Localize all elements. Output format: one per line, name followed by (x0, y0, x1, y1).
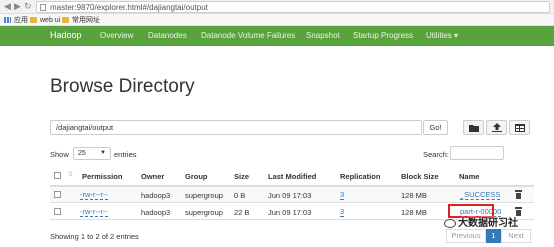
bookmark-common-sites[interactable]: 常用网址 (62, 15, 100, 25)
search-input[interactable] (450, 146, 504, 160)
wechat-logo-icon (444, 218, 456, 228)
file-name-link[interactable]: _SUCCESS (460, 191, 501, 200)
permission-link[interactable]: -rw-r--r-- (80, 208, 108, 217)
nav-datanodes[interactable]: Datanodes (148, 31, 187, 40)
row-checkbox[interactable] (54, 208, 61, 215)
url-input[interactable]: master:9870/explorer.html#/dajiangtai/ou… (36, 1, 550, 13)
folder-icon (62, 17, 69, 23)
table-row: -rw-r--r-- hadoop3 supergroup 0 B Jun 09… (50, 187, 534, 203)
group-cell: supergroup (185, 191, 223, 200)
hadoop-navbar: Hadoop Overview Datanodes Datanode Volum… (0, 26, 554, 46)
replication-link[interactable]: 3 (340, 208, 345, 217)
url-text: master:9870/explorer.html#/dajiangtai/ou… (50, 3, 208, 12)
nav-snapshot[interactable]: Snapshot (306, 31, 340, 40)
upload-button[interactable] (486, 120, 507, 135)
nav-overview[interactable]: Overview (100, 31, 133, 40)
select-all-checkbox[interactable] (54, 172, 61, 179)
group-cell: supergroup (185, 208, 223, 217)
size-cell: 22 B (234, 208, 250, 217)
back-arrow-icon[interactable]: ◀ (4, 1, 11, 12)
apps-grid-icon (4, 17, 11, 23)
browser-address-bar: ◀ ▶ ↻ master:9870/explorer.html#/dajiang… (0, 0, 554, 14)
directory-path-input[interactable] (50, 120, 422, 135)
table-info: Showing 1 to 2 of 2 entries (50, 232, 139, 241)
show-label: Show (50, 150, 69, 159)
watermark: 大数据研习社 (444, 214, 518, 229)
folder-open-icon (468, 124, 479, 132)
search-label: Search: (423, 150, 449, 159)
navbar-brand[interactable]: Hadoop (50, 30, 82, 40)
entries-per-page-select[interactable]: 25 ▼ (73, 147, 111, 160)
nav-startup-progress[interactable]: Startup Progress (353, 31, 413, 40)
bookmark-web-ui[interactable]: web ui (30, 15, 60, 25)
permission-link[interactable]: -rw-r--r-- (80, 191, 108, 200)
col-block-size[interactable]: Block Size (401, 172, 439, 181)
create-folder-button[interactable] (463, 120, 484, 135)
owner-cell: hadoop3 (141, 208, 171, 217)
upload-icon (491, 123, 502, 132)
bookmarks-bar: 应用 web ui 常用网址 (0, 14, 554, 26)
reload-icon[interactable]: ↻ (24, 1, 32, 12)
block-size-cell: 128 MB (401, 208, 427, 217)
col-last-modified[interactable]: Last Modified (268, 172, 316, 181)
col-group[interactable]: Group (185, 172, 208, 181)
page-1-button[interactable]: 1 (486, 229, 501, 243)
nav-utilities[interactable]: Utilities ▾ (426, 31, 458, 40)
owner-cell: hadoop3 (141, 191, 171, 200)
col-replication[interactable]: Replication (340, 172, 380, 181)
col-size[interactable]: Size (234, 172, 249, 181)
replication-link[interactable]: 3 (340, 191, 345, 200)
row-checkbox[interactable] (54, 191, 61, 198)
table-icon (514, 123, 525, 132)
go-button[interactable]: Go! (423, 120, 448, 135)
bookmark-apps[interactable]: 应用 (4, 15, 28, 25)
chevron-down-icon: ▼ (100, 150, 106, 156)
forward-arrow-icon[interactable]: ▶ (14, 1, 21, 12)
entries-label: entries (114, 150, 137, 159)
nav-datanode-volume-failures[interactable]: Datanode Volume Failures (201, 31, 295, 40)
page-icon (40, 4, 46, 11)
last-modified-cell: Jun 09 17:03 (268, 191, 312, 200)
previous-page-button[interactable]: Previous (446, 229, 486, 243)
page-title: Browse Directory (50, 76, 195, 97)
sort-icon[interactable]: ⇅ (68, 171, 73, 178)
col-name[interactable]: Name (459, 172, 479, 181)
col-owner[interactable]: Owner (141, 172, 164, 181)
cut-paste-button[interactable] (509, 120, 530, 135)
next-page-button[interactable]: Next (501, 229, 531, 243)
block-size-cell: 128 MB (401, 191, 427, 200)
last-modified-cell: Jun 09 17:03 (268, 208, 312, 217)
table-header: ⇅ Permission Owner Group Size Last Modif… (50, 165, 534, 187)
folder-icon (30, 17, 37, 23)
trash-icon[interactable] (515, 190, 522, 199)
size-cell: 0 B (234, 191, 246, 200)
col-permission[interactable]: Permission (82, 172, 122, 181)
